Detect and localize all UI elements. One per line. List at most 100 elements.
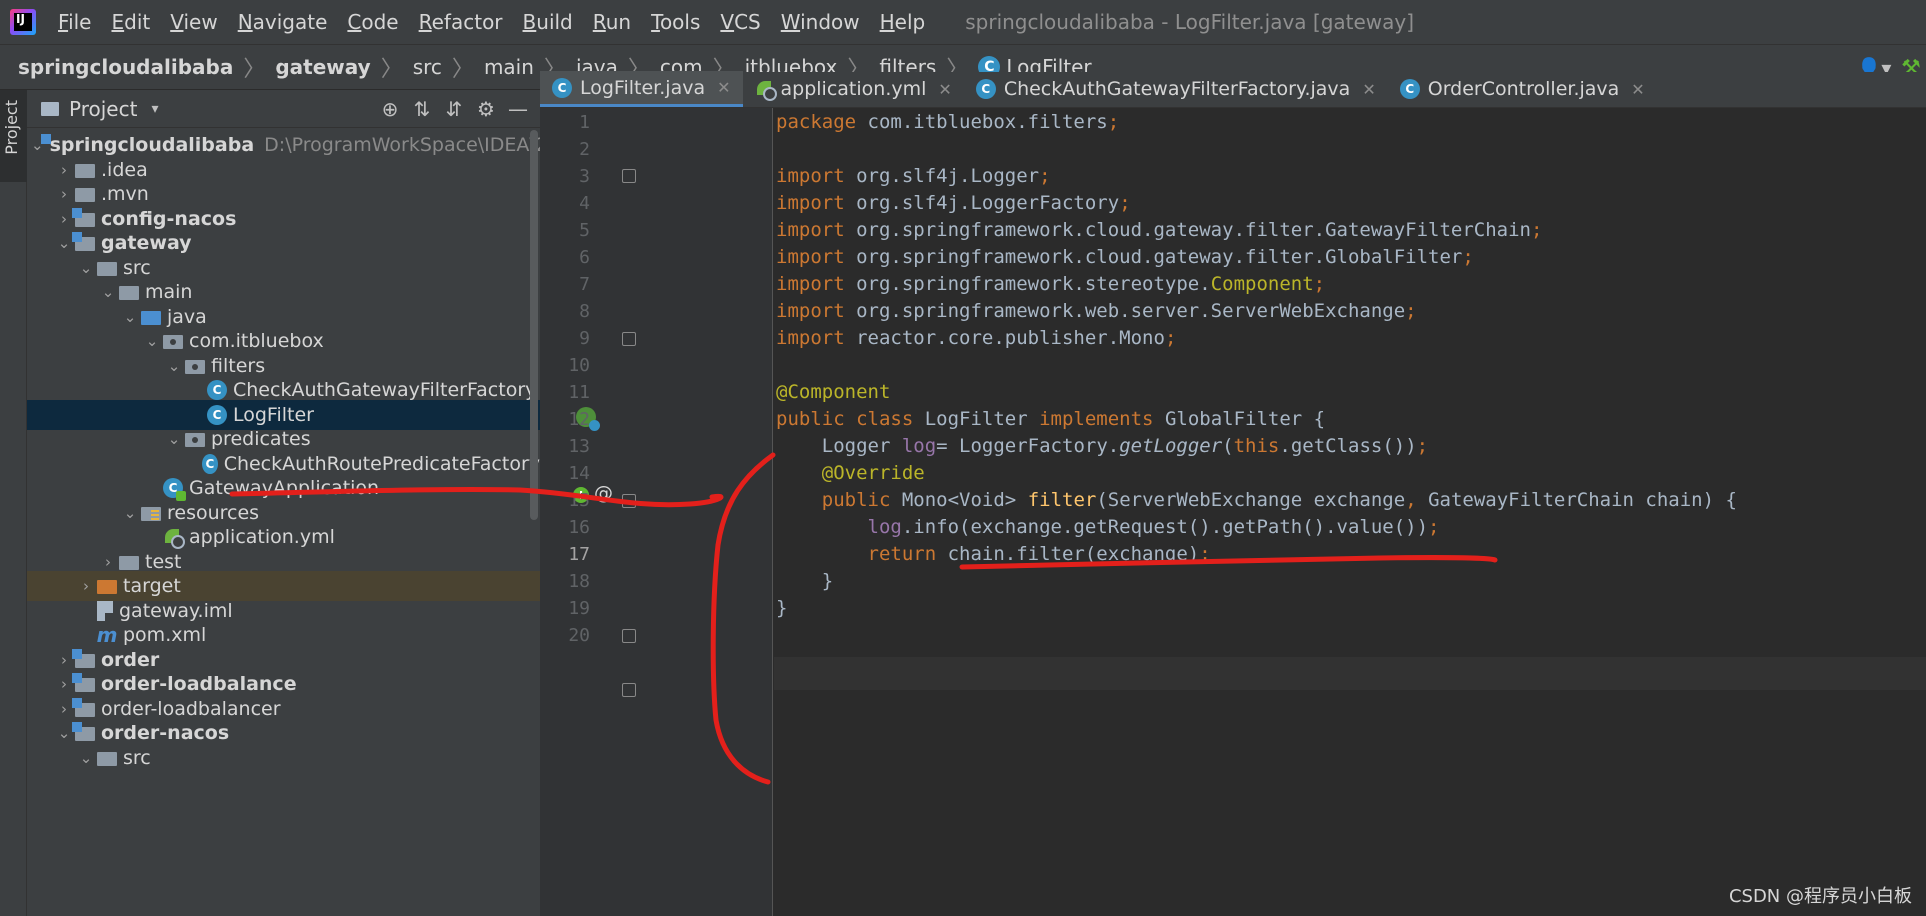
menu-item-build[interactable]: Build bbox=[513, 10, 583, 34]
menu-mnemonic: N bbox=[237, 10, 253, 34]
view-dropdown-icon[interactable]: ▾ bbox=[151, 101, 158, 117]
editor-tab-application-yml[interactable]: application.yml ✕ bbox=[743, 71, 964, 107]
code-token: getLogger bbox=[1119, 435, 1223, 457]
code-token: ; bbox=[1164, 327, 1177, 349]
chevron-down-icon[interactable]: ⌄ bbox=[75, 749, 97, 767]
chevron-right-icon[interactable]: › bbox=[97, 553, 119, 571]
fold-marker-icon[interactable] bbox=[622, 629, 636, 643]
tree-item-label: java bbox=[167, 305, 207, 328]
menu-item-tools[interactable]: Tools bbox=[641, 10, 710, 34]
code-line[interactable]: } bbox=[776, 592, 787, 625]
menu-item-file[interactable]: File bbox=[48, 10, 101, 34]
chevron-down-icon[interactable]: ⌄ bbox=[163, 357, 185, 375]
code-token: @Component bbox=[776, 381, 891, 403]
code-token: ; bbox=[1530, 219, 1543, 241]
editor-tab-checkauthgatewayfilterfactory-java[interactable]: C CheckAuthGatewayFilterFactory.java ✕ bbox=[964, 71, 1388, 107]
chevron-right-icon[interactable]: › bbox=[53, 161, 75, 179]
menu-mnemonic: B bbox=[522, 10, 537, 34]
menu-item-view[interactable]: View bbox=[160, 10, 227, 34]
project-panel: Project ▾ ⊕ ⇅ ⇵ ⚙ — ⌄ springcloudalibaba D:\Pr… bbox=[27, 90, 540, 916]
tree-item-label: CheckAuthGatewayFilterFactory bbox=[233, 379, 537, 401]
code-token: Logger bbox=[776, 435, 902, 457]
breadcrumb-item-gateway[interactable]: gateway bbox=[275, 55, 370, 79]
breadcrumb-item-springcloudalibaba[interactable]: springcloudalibaba bbox=[18, 55, 233, 79]
fold-marker-icon[interactable] bbox=[622, 169, 636, 183]
code-token: Mono<Void> bbox=[901, 489, 1028, 511]
breadcrumb-item-src[interactable]: src bbox=[413, 55, 442, 79]
menu-label-rest: un bbox=[605, 10, 632, 34]
project-panel-title[interactable]: Project bbox=[69, 97, 137, 121]
chevron-down-icon[interactable]: ⌄ bbox=[119, 308, 141, 326]
menu-item-vcs[interactable]: VCS bbox=[710, 10, 770, 34]
tree-scrollbar[interactable] bbox=[530, 130, 538, 520]
locate-icon[interactable]: ⊕ bbox=[374, 93, 406, 125]
chevron-right-icon[interactable]: › bbox=[53, 185, 75, 203]
code-token: import bbox=[776, 192, 857, 214]
code-token: org.springframework.cloud.gateway.filter… bbox=[856, 219, 1531, 241]
code-line[interactable]: return chain.filter(exchange); bbox=[776, 538, 1211, 571]
code-token: GlobalFilter { bbox=[1164, 408, 1326, 430]
gear-icon[interactable]: ⚙ bbox=[470, 93, 502, 125]
folder-icon bbox=[119, 555, 139, 570]
code-token: chain.filter(exchange) bbox=[947, 543, 1200, 565]
code-token: filter bbox=[1027, 489, 1097, 511]
menu-item-navigate[interactable]: Navigate bbox=[228, 10, 338, 34]
menu-mnemonic: V bbox=[170, 10, 184, 34]
window-title: springcloudalibaba - LogFilter.java [gat… bbox=[965, 10, 1415, 34]
project-tool-tab[interactable]: Project bbox=[0, 90, 27, 182]
chevron-down-icon[interactable]: ⌄ bbox=[75, 259, 97, 277]
folder-icon bbox=[75, 163, 95, 178]
package-icon bbox=[185, 359, 205, 374]
override-annotation-icon[interactable]: @ bbox=[594, 482, 613, 504]
editor-gutter: I @ 1 2 3 4 5 6 7 8 9 10 11 12 13 14 15 16 17 18 19 20 bbox=[540, 108, 773, 916]
tree-item-label: target bbox=[123, 575, 181, 597]
fold-marker-icon[interactable] bbox=[622, 494, 636, 508]
module-icon bbox=[72, 207, 95, 227]
project-panel-header: Project ▾ ⊕ ⇅ ⇵ ⚙ — bbox=[27, 90, 540, 128]
code-line[interactable]: package com.itbluebox.filters; bbox=[776, 106, 1119, 139]
chevron-down-icon[interactable]: ⌄ bbox=[141, 332, 163, 350]
module-icon bbox=[72, 697, 95, 717]
maven-icon: m bbox=[96, 623, 118, 647]
menu-item-window[interactable]: Window bbox=[771, 10, 870, 34]
code-line[interactable]: import reactor.core.publisher.Mono; bbox=[776, 322, 1176, 355]
code-area[interactable]: package com.itbluebox.filters; import org… bbox=[774, 108, 1926, 916]
java-class-icon: C bbox=[1399, 79, 1420, 99]
editor-tab-label: OrderController.java bbox=[1427, 78, 1620, 100]
hide-icon[interactable]: — bbox=[502, 93, 534, 125]
code-token: org.springframework.web.server.ServerWeb… bbox=[856, 300, 1406, 322]
chevron-down-icon[interactable]: ⌄ bbox=[97, 283, 119, 301]
close-icon[interactable]: ✕ bbox=[717, 78, 730, 97]
chevron-right-icon[interactable]: › bbox=[75, 577, 97, 595]
menu-item-code[interactable]: Code bbox=[337, 10, 408, 34]
menu-item-edit[interactable]: Edit bbox=[101, 10, 160, 34]
tree-item-label: CheckAuthRoutePredicateFactory bbox=[223, 452, 540, 475]
editor-tab-ordercontroller-java[interactable]: C OrderController.java ✕ bbox=[1388, 71, 1657, 107]
tree-item-label: GatewayApplication bbox=[189, 477, 380, 499]
editor-tab-bar: C LogFilter.java ✕ application.yml ✕ C CheckAu… bbox=[540, 71, 1926, 108]
close-icon[interactable]: ✕ bbox=[1631, 80, 1644, 99]
collapse-all-icon[interactable]: ⇵ bbox=[438, 93, 470, 125]
chevron-down-icon[interactable]: ⌄ bbox=[119, 504, 141, 522]
code-editor[interactable]: I @ 1 2 3 4 5 6 7 8 9 10 11 12 13 14 15 16 17 18 19 20 pack… bbox=[540, 108, 1926, 916]
fold-marker-icon[interactable] bbox=[622, 683, 636, 697]
menu-item-run[interactable]: Run bbox=[583, 10, 641, 34]
editor-tab-logfilter-java[interactable]: C LogFilter.java ✕ bbox=[540, 71, 743, 107]
close-icon[interactable]: ✕ bbox=[1362, 80, 1375, 99]
chevron-down-icon[interactable]: ⌄ bbox=[163, 430, 185, 448]
expand-all-icon[interactable]: ⇅ bbox=[406, 93, 438, 125]
close-icon[interactable]: ✕ bbox=[938, 80, 951, 99]
class-icon: C bbox=[207, 404, 227, 425]
yml-file-icon bbox=[755, 79, 777, 101]
code-token: return bbox=[867, 543, 948, 565]
menu-label-rest: uild bbox=[536, 10, 573, 34]
breadcrumb-item-main[interactable]: main bbox=[484, 55, 534, 79]
code-token: ( bbox=[1222, 435, 1234, 457]
menu-item-refactor[interactable]: Refactor bbox=[409, 10, 513, 34]
tree-item-label: config-nacos bbox=[101, 207, 237, 230]
tree-item-label: LogFilter bbox=[233, 403, 314, 426]
tree-item-src[interactable]: ⌄ src bbox=[27, 743, 540, 773]
menu-item-help[interactable]: Help bbox=[870, 10, 936, 34]
code-token: import bbox=[776, 219, 857, 241]
fold-marker-icon[interactable] bbox=[622, 332, 636, 346]
